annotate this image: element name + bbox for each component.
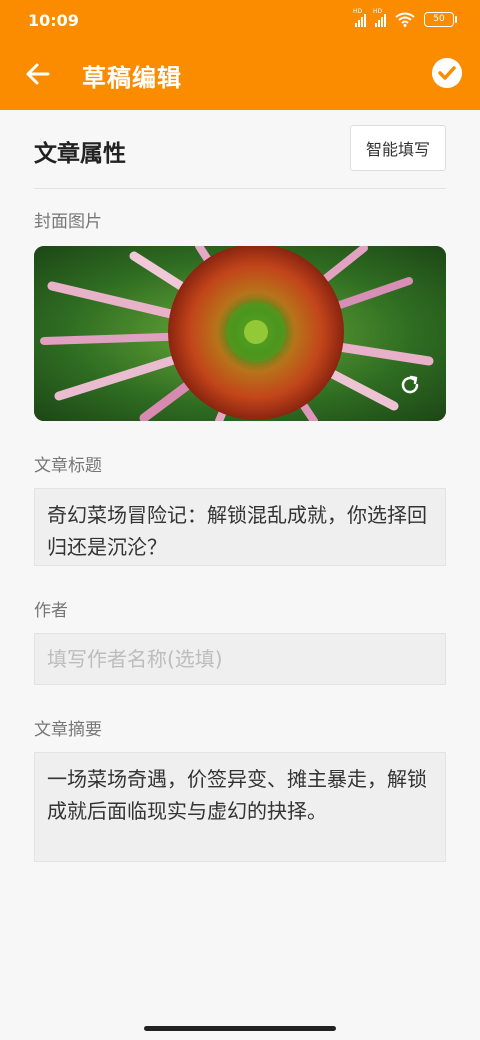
app-bar: 草稿编辑 bbox=[0, 42, 480, 110]
article-title-field[interactable]: 奇幻菜场冒险记：解锁混乱成就，你选择回归还是沉沦？ bbox=[34, 488, 446, 566]
section-header: 文章属性 智能填写 bbox=[34, 110, 446, 189]
home-indicator bbox=[144, 1026, 336, 1031]
signal-icon: HD bbox=[373, 8, 386, 27]
summary-field[interactable]: 一场菜场奇遇，价签异变、摊主暴走，解锁成就后面临现实与虚幻的抉择。 bbox=[34, 752, 446, 862]
back-arrow-icon[interactable] bbox=[22, 58, 54, 90]
section-title: 文章属性 bbox=[34, 141, 126, 167]
wifi-icon bbox=[395, 12, 415, 27]
article-title-label: 文章标题 bbox=[34, 456, 102, 476]
form-content: 文章属性 智能填写 封面图片 文章标题 奇幻菜场冒险记：解锁混乱成就，你选择回归… bbox=[34, 110, 446, 862]
refresh-icon[interactable] bbox=[398, 373, 422, 397]
top-bar: 10:09 HD HD 50 草稿编辑 bbox=[0, 0, 480, 110]
cover-image[interactable] bbox=[34, 246, 446, 421]
signal-tag: HD bbox=[353, 7, 363, 15]
summary-label: 文章摘要 bbox=[34, 720, 102, 740]
check-circle-icon[interactable] bbox=[432, 58, 462, 88]
cover-label: 封面图片 bbox=[34, 212, 102, 232]
page-title: 草稿编辑 bbox=[82, 64, 182, 92]
status-bar: 10:09 HD HD 50 bbox=[0, 0, 480, 42]
signal-icon: HD bbox=[353, 8, 366, 27]
battery-icon: 50 bbox=[424, 12, 457, 27]
signal-tag: HD bbox=[373, 7, 383, 15]
status-icons: HD HD 50 bbox=[353, 8, 457, 27]
author-field[interactable]: 填写作者名称(选填) bbox=[34, 633, 446, 685]
flower-image bbox=[34, 246, 446, 421]
status-time: 10:09 bbox=[28, 11, 79, 30]
author-label: 作者 bbox=[34, 601, 68, 621]
smart-fill-button[interactable]: 智能填写 bbox=[350, 125, 446, 171]
